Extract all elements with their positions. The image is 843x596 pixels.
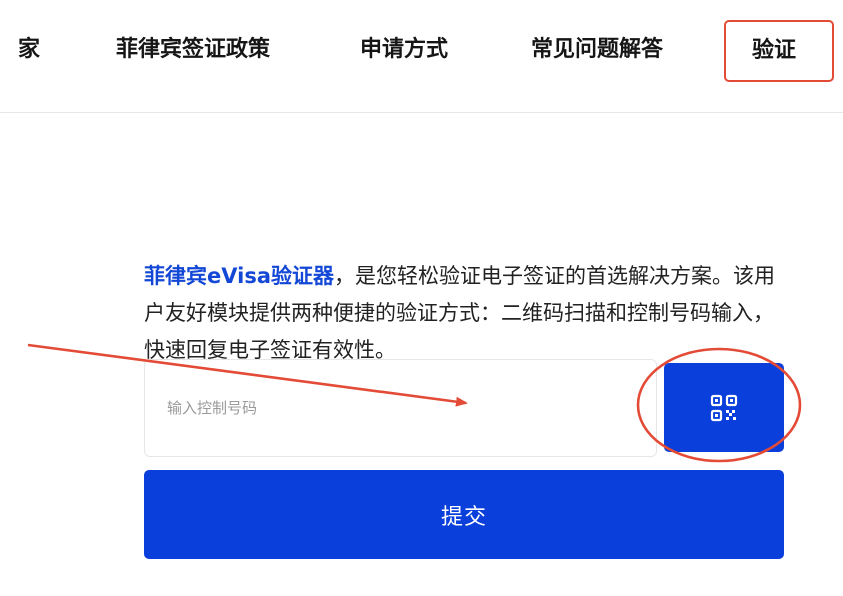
nav-item-home[interactable]: 家 xyxy=(18,33,40,67)
submit-button[interactable]: 提交 xyxy=(144,470,784,559)
top-navigation: 家 菲律宾签证政策 申请方式 常见问题解答 验证 xyxy=(0,0,843,113)
nav-item-verify[interactable]: 验证 xyxy=(724,20,834,82)
page: 家 菲律宾签证政策 申请方式 常见问题解答 验证 菲律宾eVisa验证器，是您轻… xyxy=(0,0,843,596)
qr-code-icon xyxy=(710,394,738,421)
intro-paragraph: 菲律宾eVisa验证器，是您轻松验证电子签证的首选解决方案。该用户友好模块提供两… xyxy=(144,258,784,369)
nav-item-faq[interactable]: 常见问题解答 xyxy=(531,33,663,67)
control-number-input[interactable] xyxy=(144,359,657,457)
nav-item-visa-policy[interactable]: 菲律宾签证政策 xyxy=(116,33,270,67)
nav-item-how-to-apply[interactable]: 申请方式 xyxy=(360,33,448,67)
qr-scan-button[interactable] xyxy=(664,363,784,452)
brand-name: 菲律宾eVisa验证器 xyxy=(144,264,334,288)
